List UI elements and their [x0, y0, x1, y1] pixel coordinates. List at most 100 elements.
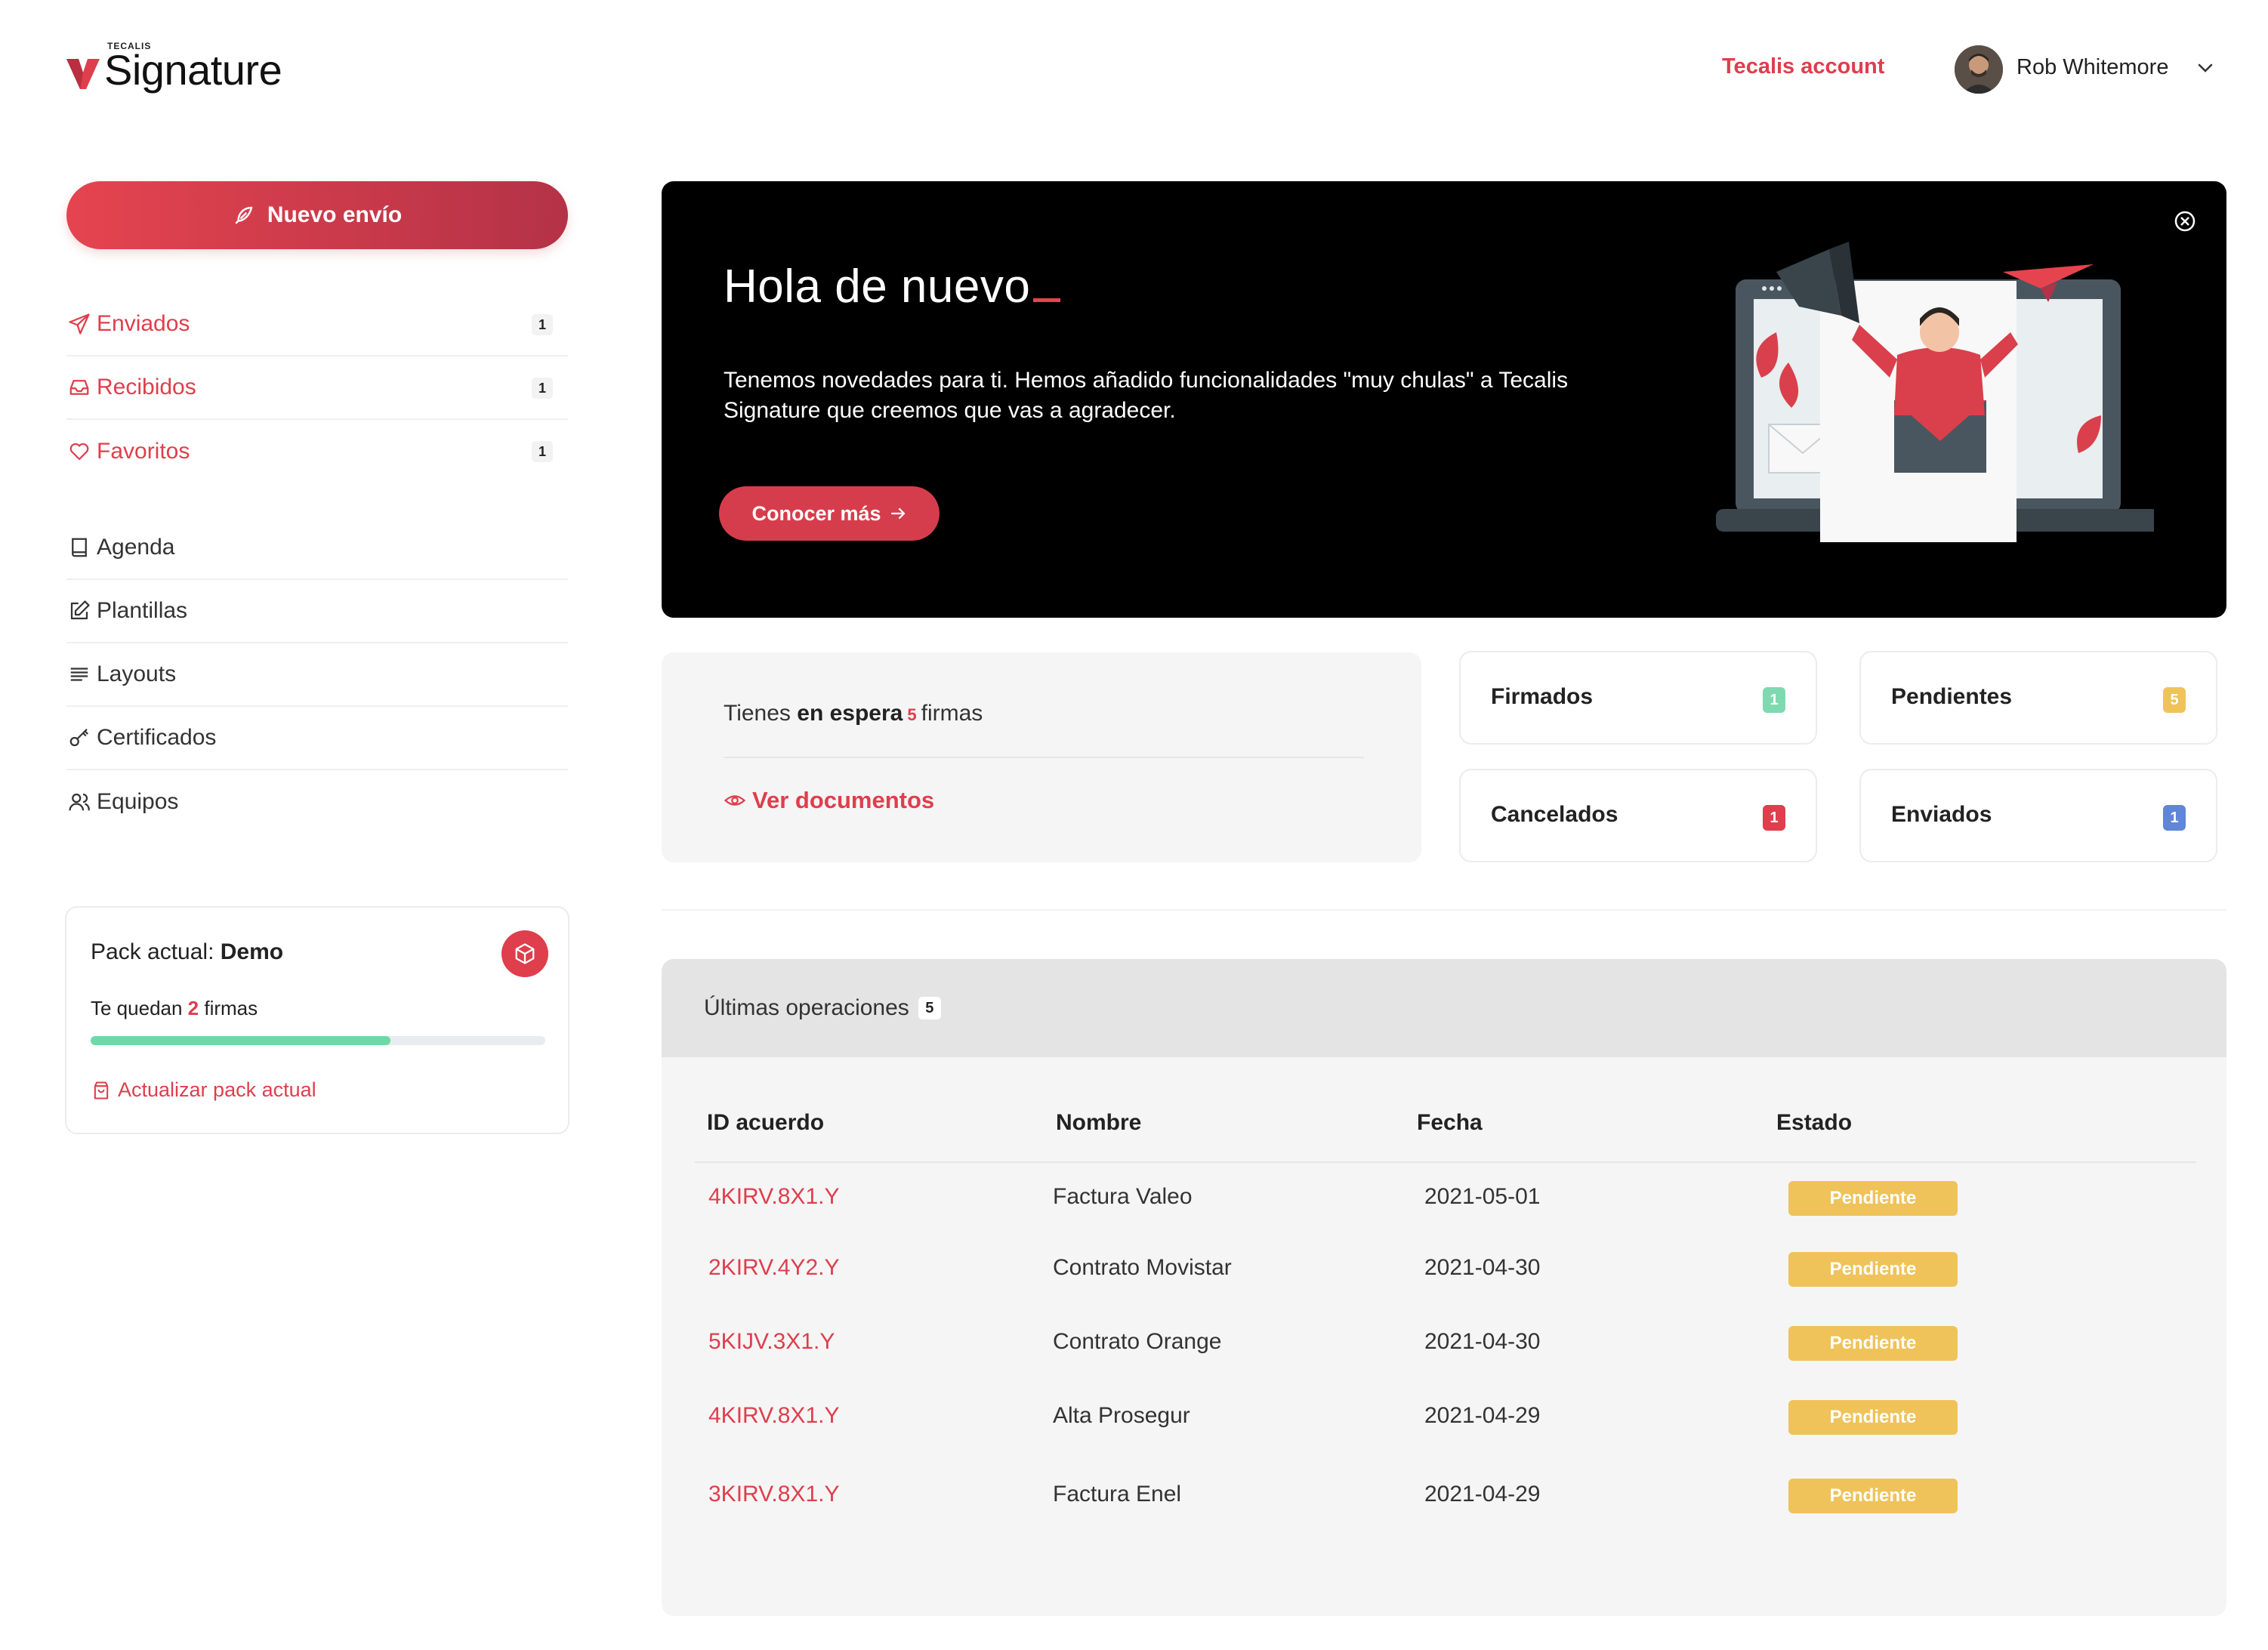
- remaining-prefix: Te quedan: [91, 997, 188, 1019]
- table-row[interactable]: 2KIRV.4Y2.Y Contrato Movistar 2021-04-30…: [662, 1252, 2226, 1300]
- pending-summary: Tienes en espera 5 firmas: [724, 701, 983, 726]
- agreement-id-link[interactable]: 5KIJV.3X1.Y: [708, 1329, 835, 1355]
- sidebar-item-label: Favoritos: [97, 439, 190, 464]
- view-documents-label: Ver documentos: [752, 787, 935, 813]
- users-icon: [66, 789, 92, 815]
- new-send-button[interactable]: Nuevo envío: [66, 181, 568, 249]
- document-date: 2021-05-01: [1424, 1184, 1541, 1209]
- operations-title: Últimas operaciones 5: [704, 995, 941, 1021]
- sidebar-secondary-nav: Agenda Plantillas Layouts Certificados E…: [66, 517, 568, 834]
- table-header-rule: [695, 1161, 2196, 1163]
- edit-icon: [66, 598, 92, 624]
- count-badge: 1: [532, 314, 553, 335]
- chevron-down-icon[interactable]: [2198, 63, 2213, 72]
- document-name: Factura Enel: [1053, 1482, 1182, 1507]
- pending-prefix: Tienes: [724, 701, 798, 726]
- stat-enviados[interactable]: Enviados 1: [1859, 769, 2217, 862]
- banner-title-text: Hola de nuevo: [724, 261, 1031, 313]
- stat-label: Enviados: [1891, 802, 1992, 827]
- arrow-right-icon: [890, 507, 905, 520]
- brand-name: Signature: [104, 46, 282, 94]
- heart-icon: [66, 439, 92, 464]
- operations-count-badge: 5: [918, 997, 941, 1019]
- agreement-id-link[interactable]: 3KIRV.8X1.Y: [708, 1482, 839, 1507]
- stat-cancelados[interactable]: Cancelados 1: [1459, 769, 1817, 862]
- sidebar-item-plantillas[interactable]: Plantillas: [66, 580, 568, 643]
- key-icon: [66, 725, 92, 751]
- document-name: Contrato Orange: [1053, 1329, 1222, 1354]
- eye-icon: [724, 795, 746, 806]
- stat-firmados[interactable]: Firmados 1: [1459, 651, 1817, 745]
- divider: [724, 757, 1364, 758]
- remaining-suffix: firmas: [199, 997, 258, 1019]
- section-divider: [662, 909, 2226, 911]
- sidebar-item-label: Recibidos: [97, 375, 196, 399]
- stat-count-badge: 5: [2163, 687, 2186, 713]
- table-row[interactable]: 4KIRV.8X1.Y Factura Valeo 2021-05-01 Pen…: [662, 1181, 2226, 1229]
- lines-icon: [66, 662, 92, 687]
- document-date: 2021-04-29: [1424, 1482, 1541, 1507]
- user-name[interactable]: Rob Whitemore: [2017, 55, 2168, 80]
- banner-title: Hola de nuevo: [724, 260, 1061, 313]
- tecalis-account-link[interactable]: Tecalis account: [1722, 54, 1884, 79]
- learn-more-button[interactable]: Conocer más: [719, 486, 940, 541]
- document-date: 2021-04-30: [1424, 1255, 1541, 1280]
- pending-suffix: firmas: [921, 701, 983, 726]
- stat-count-badge: 1: [2163, 805, 2186, 831]
- status-badge: Pendiente: [1788, 1181, 1958, 1216]
- box-icon[interactable]: [501, 930, 548, 977]
- pack-name: Demo: [220, 939, 284, 964]
- app-logo[interactable]: TECALIS Signature: [65, 39, 307, 107]
- banner-text: Tenemos novedades para ti. Hemos añadido…: [724, 368, 1569, 423]
- sidebar-item-favoritos[interactable]: Favoritos 1: [66, 420, 568, 483]
- pack-progress-bar: [91, 1036, 545, 1045]
- avatar[interactable]: [1955, 45, 2003, 94]
- sidebar-item-label: Layouts: [97, 662, 177, 686]
- document-date: 2021-04-29: [1424, 1403, 1541, 1428]
- table-row[interactable]: 5KIJV.3X1.Y Contrato Orange 2021-04-30 P…: [662, 1326, 2226, 1374]
- pending-bold: en espera: [797, 701, 903, 726]
- view-documents-link[interactable]: Ver documentos: [724, 787, 934, 814]
- agreement-id-link[interactable]: 4KIRV.8X1.Y: [708, 1403, 839, 1429]
- sidebar-item-enviados[interactable]: Enviados 1: [66, 293, 568, 356]
- agreement-id-link[interactable]: 4KIRV.8X1.Y: [708, 1184, 839, 1210]
- close-icon[interactable]: [2174, 210, 2196, 233]
- stat-count-badge: 1: [1763, 687, 1785, 713]
- column-header-name: Nombre: [1056, 1110, 1142, 1135]
- stat-pendientes[interactable]: Pendientes 5: [1859, 651, 2217, 745]
- remaining-count: 2: [187, 997, 199, 1019]
- shopping-bag-icon: [94, 1081, 109, 1099]
- agreement-id-link[interactable]: 2KIRV.4Y2.Y: [708, 1255, 839, 1281]
- sidebar-item-layouts[interactable]: Layouts: [66, 643, 568, 707]
- sidebar-item-label: Enviados: [97, 311, 190, 336]
- status-badge: Pendiente: [1788, 1252, 1958, 1287]
- status-badge: Pendiente: [1788, 1326, 1958, 1361]
- sidebar-item-recibidos[interactable]: Recibidos 1: [66, 356, 568, 420]
- update-pack-link[interactable]: Actualizar pack actual: [91, 1078, 316, 1102]
- stat-label: Pendientes: [1891, 684, 2013, 709]
- table-row[interactable]: 4KIRV.8X1.Y Alta Prosegur 2021-04-29 Pen…: [662, 1400, 2226, 1448]
- feather-icon: [235, 206, 253, 224]
- sidebar-item-equipos[interactable]: Equipos: [66, 770, 568, 834]
- pack-progress-fill: [91, 1036, 391, 1045]
- column-header-id: ID acuerdo: [707, 1110, 825, 1135]
- stat-label: Firmados: [1491, 684, 1594, 709]
- sidebar-item-label: Agenda: [97, 535, 175, 560]
- user-avatar-icon: [1955, 45, 2003, 94]
- status-badge: Pendiente: [1788, 1400, 1958, 1435]
- table-row[interactable]: 3KIRV.8X1.Y Factura Enel 2021-04-29 Pend…: [662, 1479, 2226, 1527]
- count-badge: 1: [532, 378, 553, 399]
- sidebar-item-certificados[interactable]: Certificados: [66, 707, 568, 770]
- pending-signatures-card: Tienes en espera 5 firmas Ver documentos: [662, 652, 1421, 862]
- sidebar-item-label: Plantillas: [97, 598, 188, 623]
- welcome-banner: Hola de nuevo Tenemos novedades para ti.…: [662, 181, 2226, 618]
- operations-title-text: Últimas operaciones: [704, 995, 909, 1020]
- sidebar-item-agenda[interactable]: Agenda: [66, 517, 568, 580]
- cursor-mark: [1033, 298, 1061, 302]
- new-send-label: Nuevo envío: [267, 202, 403, 227]
- document-name: Contrato Movistar: [1053, 1255, 1232, 1280]
- column-header-state: Estado: [1776, 1110, 1853, 1135]
- pack-title: Pack actual: Demo: [91, 939, 283, 965]
- update-pack-label: Actualizar pack actual: [118, 1078, 316, 1101]
- pending-count: 5: [907, 705, 917, 724]
